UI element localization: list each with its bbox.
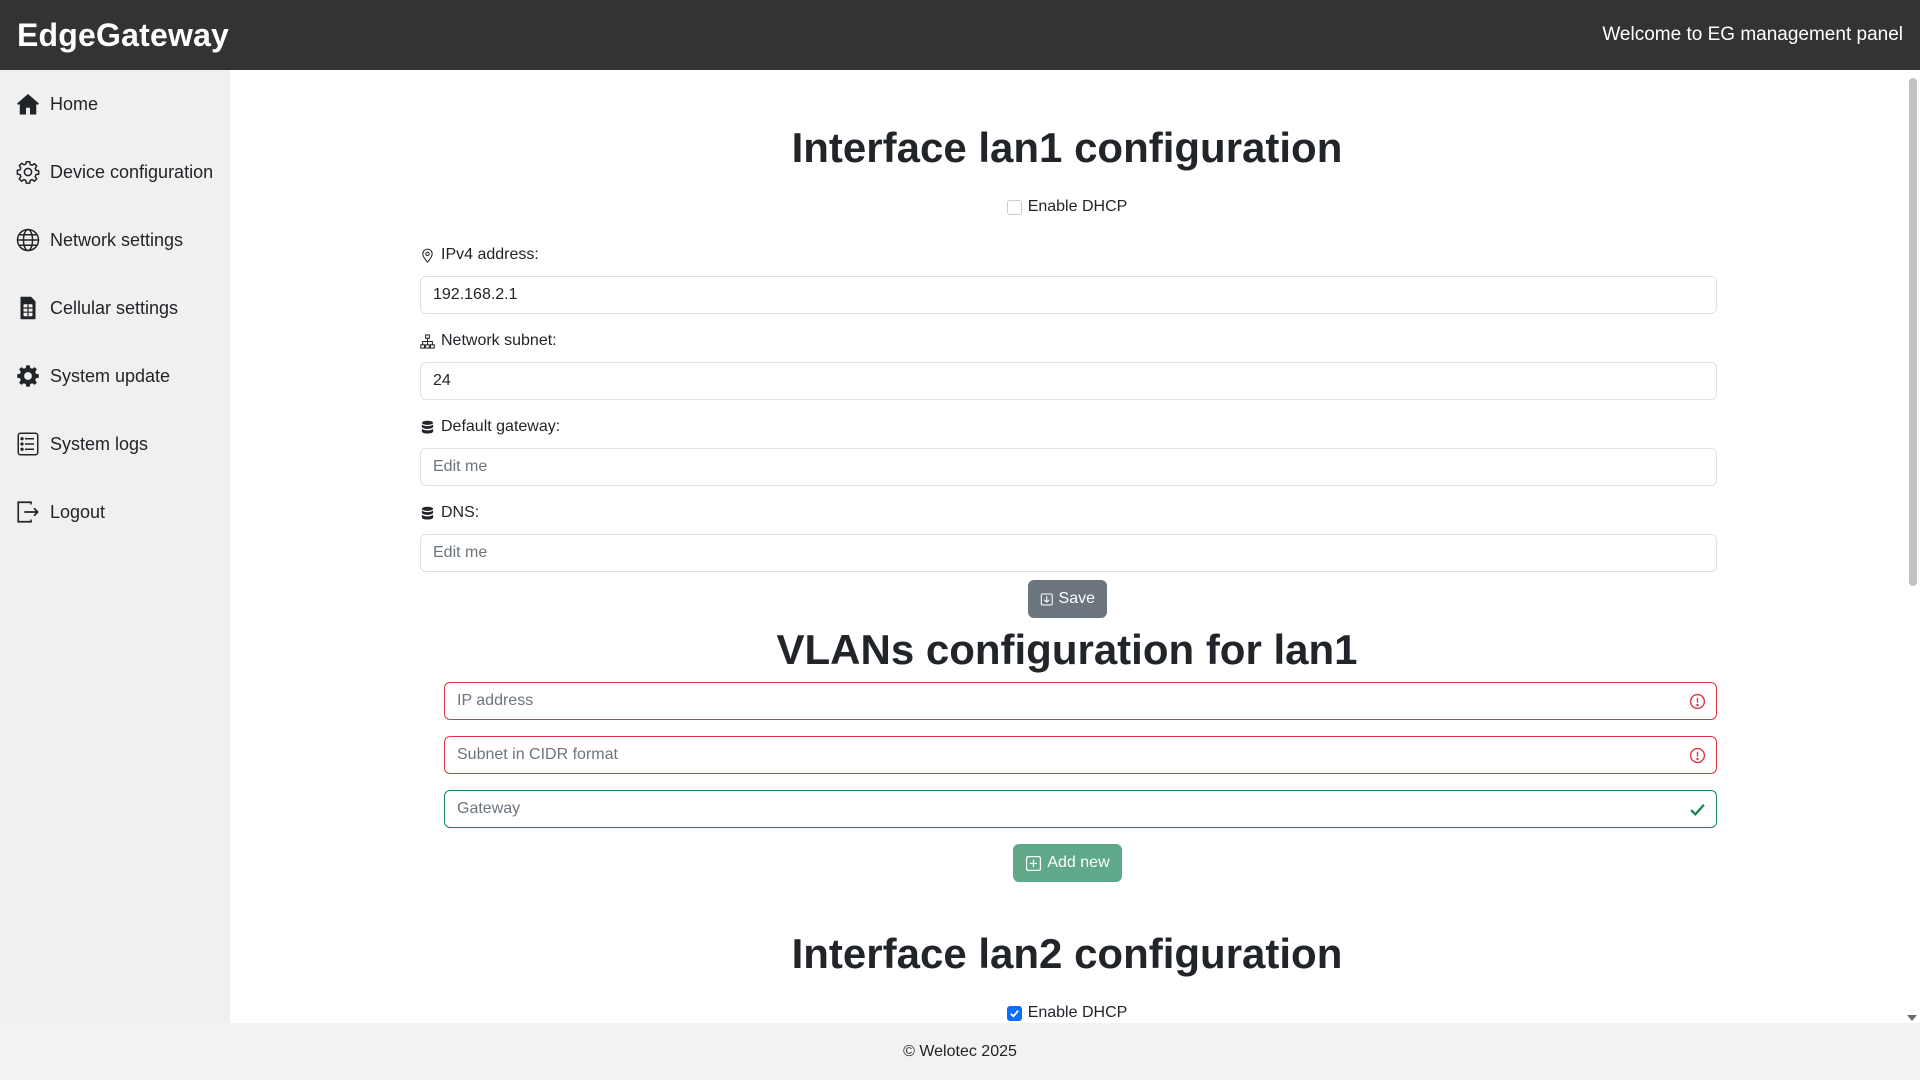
database-icon (421, 506, 434, 519)
lan1-dhcp-row: Enable DHCP (230, 198, 1904, 216)
scrollbar-thumb[interactable] (1909, 78, 1917, 586)
gateway-label-text: Default gateway: (441, 418, 561, 435)
plus-square-icon (1026, 855, 1042, 871)
check-icon (1690, 803, 1705, 816)
lan1-dhcp-label: Enable DHCP (1027, 198, 1128, 215)
vlan-subnet-placeholder: Subnet in CIDR format (457, 746, 618, 763)
ipv4-input[interactable]: 192.168.2.1 (420, 276, 1717, 314)
save-button[interactable]: Save (1028, 580, 1107, 618)
sidebar: Home Device configuration Network settin… (0, 70, 230, 1023)
sidebar-item-network-settings[interactable]: Network settings (0, 206, 230, 274)
vlan-ip-input[interactable]: IP address (444, 682, 1717, 720)
add-new-button-label: Add new (1047, 854, 1110, 871)
footer: © Welotec 2025 (0, 1023, 1920, 1080)
gateway-label: Default gateway: (420, 418, 560, 436)
subnet-input[interactable]: 24 (420, 362, 1717, 400)
vlan-gateway-placeholder: Gateway (457, 800, 521, 817)
lan2-title: Interface lan2 configuration (791, 930, 1343, 977)
sidebar-item-label: System logs (50, 433, 149, 454)
vlan-ip-placeholder: IP address (457, 692, 534, 709)
dns-label: DNS: (420, 504, 479, 522)
copyright-text: © Welotec 2025 (903, 1042, 1017, 1060)
save-button-label: Save (1058, 590, 1095, 607)
subnet-label: Network subnet: (420, 332, 557, 350)
sidebar-item-system-update[interactable]: System update (0, 342, 230, 410)
globe-icon (15, 227, 41, 253)
dns-input[interactable]: Edit me (420, 534, 1717, 572)
checkmark-icon (1009, 1009, 1019, 1018)
error-icon (1689, 747, 1706, 764)
brand-logo[interactable]: EdgeGateway (17, 17, 229, 54)
welcome-text: Welcome to EG management panel (1602, 24, 1903, 45)
list-icon (15, 431, 41, 457)
scroll-down-arrow-icon[interactable] (1907, 1015, 1917, 1021)
pin-icon (422, 248, 433, 263)
vlan-subnet-input[interactable]: Subnet in CIDR format (444, 736, 1717, 774)
sidebar-item-label: Home (50, 93, 99, 114)
main-content: Interface lan1 configuration Enable DHCP… (230, 70, 1904, 1023)
sidebar-item-logout[interactable]: Logout (0, 478, 230, 546)
sidebar-item-label: Cellular settings (50, 297, 179, 318)
sidebar-item-device-configuration[interactable]: Device configuration (0, 138, 230, 206)
lan2-dhcp-label: Enable DHCP (1027, 1004, 1128, 1021)
gateway-input[interactable]: Edit me (420, 448, 1717, 486)
gear-fill-icon (15, 363, 41, 389)
ipv4-label-text: IPv4 address: (441, 246, 539, 263)
database-icon (421, 420, 434, 433)
sidebar-item-cellular-settings[interactable]: Cellular settings (0, 274, 230, 342)
sidebar-item-system-logs[interactable]: System logs (0, 410, 230, 478)
sidebar-item-label: Device configuration (50, 161, 214, 182)
sidebar-item-label: System update (50, 365, 171, 386)
subnet-label-text: Network subnet: (441, 332, 557, 349)
sidebar-item-home[interactable]: Home (0, 70, 230, 138)
sim-icon (15, 295, 41, 321)
sidebar-item-label: Network settings (50, 229, 184, 250)
logout-icon (15, 499, 41, 525)
lan2-dhcp-row: Enable DHCP (230, 1004, 1904, 1022)
lan2-dhcp-checkbox[interactable] (1006, 1005, 1022, 1021)
house-icon (15, 91, 41, 117)
lan1-title: Interface lan1 configuration (791, 124, 1343, 171)
error-icon (1689, 693, 1706, 710)
gear-icon (15, 159, 41, 185)
sidebar-item-label: Logout (50, 501, 106, 522)
add-new-button[interactable]: Add new (1013, 844, 1122, 882)
top-navbar: EdgeGateway Welcome to EG management pan… (0, 0, 1920, 70)
scrollbar[interactable] (1904, 70, 1920, 1023)
vlans-title: VLANs configuration for lan1 (776, 626, 1358, 673)
lan1-dhcp-checkbox[interactable] (1006, 199, 1022, 215)
dns-label-text: DNS: (441, 504, 480, 521)
vlan-gateway-input[interactable]: Gateway (444, 790, 1717, 828)
download-icon (1040, 592, 1053, 606)
diagram-icon (420, 333, 435, 349)
ipv4-label: IPv4 address: (420, 246, 539, 264)
